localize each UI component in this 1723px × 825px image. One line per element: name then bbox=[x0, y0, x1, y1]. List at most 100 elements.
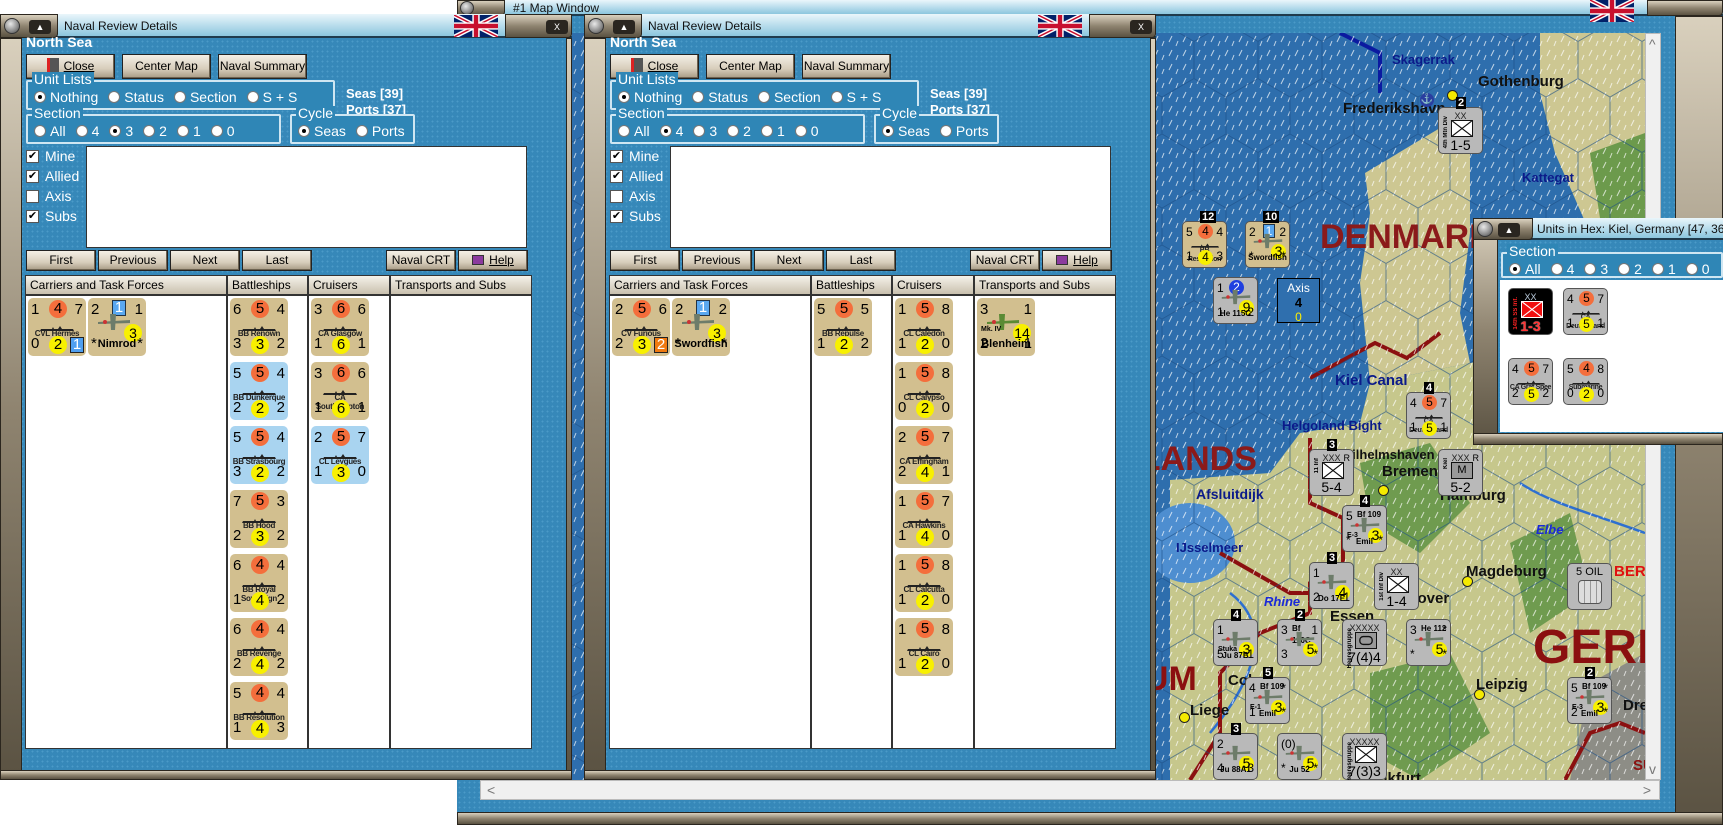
scroll-left-arrow[interactable]: < bbox=[487, 782, 495, 798]
section-radio-2[interactable]: 2 bbox=[143, 123, 167, 139]
unit-counter[interactable]: 3 Bf 110C 1 5 3 * bbox=[1277, 619, 1322, 666]
unit-lists-radio-nothing[interactable]: Nothing bbox=[34, 89, 98, 105]
unit-counter[interactable]: 5 Bf 109 * E-3 3 2 Emil * bbox=[1567, 677, 1612, 724]
unit-lists-radio-s-s[interactable]: S + S bbox=[246, 89, 297, 105]
hex-section-radio-2[interactable]: 2 bbox=[1618, 261, 1642, 277]
radio-button[interactable] bbox=[34, 91, 46, 103]
radio-button[interactable] bbox=[1584, 263, 1597, 275]
map-horizontal-scrollbar[interactable]: < > bbox=[480, 780, 1660, 800]
section-radio-0[interactable]: 0 bbox=[794, 123, 819, 139]
radio-button[interactable] bbox=[882, 125, 894, 137]
radio-button[interactable] bbox=[355, 125, 368, 137]
unit-counter[interactable]: 2 1 2 3 * Swordfish * bbox=[672, 298, 730, 356]
nav-last-button[interactable]: Last bbox=[242, 250, 312, 271]
unit-lists-radio-section[interactable]: Section bbox=[757, 89, 821, 105]
radio-button[interactable] bbox=[659, 125, 672, 137]
checkbox[interactable]: ✔ bbox=[610, 149, 623, 163]
unit-counter[interactable]: XX 1-3 14th SS Inf. bbox=[1508, 288, 1553, 335]
unit-counter[interactable]: 2 1 1 3 * Nimrod * bbox=[88, 298, 146, 356]
radio-button[interactable] bbox=[109, 125, 122, 137]
unit-counter[interactable]: XXX M 5-2 Kiel R bbox=[1438, 449, 1483, 496]
naval-summary-button[interactable]: Naval Summary bbox=[218, 54, 307, 79]
unit-counter[interactable]: 6 5 4 BB Renown 3 3 2 bbox=[230, 298, 288, 356]
section-radio-all[interactable]: All bbox=[34, 123, 66, 139]
unit-counter[interactable]: 544BB Resolution143 bbox=[1182, 221, 1227, 268]
radio-button[interactable] bbox=[618, 91, 630, 103]
checkbox[interactable] bbox=[610, 189, 623, 203]
unit-counter[interactable]: 2 5 7 CL Leygues 1 3 0 bbox=[311, 426, 369, 484]
unit-counter[interactable]: XXXXX 7(4)4 Heeresgruppe bbox=[1342, 619, 1387, 668]
radio-button[interactable] bbox=[794, 125, 807, 137]
unit-counter[interactable]: 1 4 7 CVL Hermes 0 2 1 bbox=[28, 298, 86, 356]
radio-button[interactable] bbox=[1618, 263, 1631, 275]
radio-button[interactable] bbox=[693, 125, 706, 137]
naval-crt-button[interactable]: Naval CRT bbox=[970, 250, 1040, 271]
radio-button[interactable] bbox=[692, 91, 705, 103]
filter-allied[interactable]: ✔ Allied bbox=[610, 166, 670, 186]
center-map-button[interactable]: Center Map bbox=[122, 54, 211, 79]
city-marker[interactable] bbox=[1179, 712, 1190, 723]
filter-subs[interactable]: ✔ Subs bbox=[610, 206, 670, 226]
city-marker[interactable] bbox=[1474, 689, 1485, 700]
unit-counter[interactable]: 5 5 5 BB Repulse 1 2 2 bbox=[814, 298, 872, 356]
radio-button[interactable] bbox=[830, 91, 843, 103]
section-radio-3[interactable]: 3 bbox=[693, 123, 717, 139]
unit-lists-radio-status[interactable]: Status bbox=[108, 89, 164, 105]
collapse-icon[interactable]: ▲ bbox=[613, 20, 635, 34]
unit-counter[interactable]: 3 1 Mk. IV 14 2 Blenheim 1 bbox=[977, 298, 1035, 356]
unit-lists-radio-status[interactable]: Status bbox=[692, 89, 748, 105]
radio-button[interactable] bbox=[1550, 263, 1563, 275]
unit-counter[interactable]: 1 Stuka 3 5 Ju 87B 1 bbox=[1213, 619, 1258, 666]
hex-section-radio-3[interactable]: 3 bbox=[1584, 261, 1608, 277]
help-button[interactable]: Help bbox=[1042, 250, 1112, 271]
city-marker[interactable] bbox=[1378, 485, 1389, 496]
checkbox[interactable]: ✔ bbox=[610, 209, 623, 223]
unit-counter[interactable]: XX 1-5 4th Mtn Div bbox=[1438, 107, 1483, 154]
unit-counter[interactable]: XXXXX 7(3)3 Heeresgruppe bbox=[1342, 733, 1387, 780]
unit-counter[interactable]: 644BB Royal Sovereign142 bbox=[230, 554, 288, 612]
section-radio-3[interactable]: 3 bbox=[109, 123, 133, 139]
checkbox[interactable]: ✔ bbox=[26, 169, 39, 183]
unit-counter[interactable]: 2 5 4 Ju 88A1 3 bbox=[1213, 733, 1258, 780]
section-radio-4[interactable]: 4 bbox=[659, 123, 683, 139]
unit-counter[interactable]: 457CA Deutschland151 bbox=[1563, 288, 1608, 335]
unit-counter[interactable]: 1 2 9 1 He 115C 2 bbox=[1213, 277, 1258, 324]
radio-button[interactable] bbox=[210, 125, 223, 137]
collapse-icon[interactable]: ▲ bbox=[29, 20, 51, 34]
unit-counter[interactable]: 1 4 2 Do 17E 1 bbox=[1309, 562, 1354, 609]
center-map-button[interactable]: Center Map bbox=[706, 54, 795, 79]
unit-lists-radio-s-s[interactable]: S + S bbox=[830, 89, 881, 105]
hex-window-title-bar[interactable]: ▲ Units in Hex: Kiel, Germany [47, 36] bbox=[1473, 218, 1723, 240]
radio-button[interactable] bbox=[618, 125, 630, 137]
radio-button[interactable] bbox=[298, 125, 310, 137]
filter-allied[interactable]: ✔ Allied bbox=[26, 166, 86, 186]
window-close-button[interactable]: X bbox=[1089, 14, 1156, 38]
unit-counter[interactable]: 5 OIL bbox=[1567, 563, 1612, 610]
hex-section-radio-4[interactable]: 4 bbox=[1550, 261, 1574, 277]
radio-button[interactable] bbox=[757, 91, 770, 103]
axis-summary-box[interactable]: Axis 4 0 bbox=[1277, 278, 1320, 324]
hex-section-radio-0[interactable]: 0 bbox=[1685, 261, 1710, 277]
checkbox[interactable]: ✔ bbox=[610, 169, 623, 183]
unit-counter[interactable]: 5 Bf 109 E-3 3 * Emil * bbox=[1342, 505, 1387, 552]
nav-last-button[interactable]: Last bbox=[826, 250, 896, 271]
unit-counter[interactable]: 544BB Resolution143 bbox=[230, 682, 288, 740]
section-radio-0[interactable]: 0 bbox=[210, 123, 235, 139]
checkbox[interactable]: ✔ bbox=[26, 209, 39, 223]
filter-mine[interactable]: ✔ Mine bbox=[26, 146, 86, 166]
unit-counter[interactable]: 1 5 8 CL Calcutta 1 2 0 bbox=[895, 554, 953, 612]
unit-counter[interactable]: 1 5 8 CL Cairo 1 2 0 bbox=[895, 618, 953, 676]
unit-counter[interactable]: 1 5 8 CL Calypso 0 2 0 bbox=[895, 362, 953, 420]
radio-button[interactable] bbox=[143, 125, 156, 137]
filter-mine[interactable]: ✔ Mine bbox=[610, 146, 670, 166]
radio-button[interactable] bbox=[1509, 263, 1521, 275]
section-radio-4[interactable]: 4 bbox=[75, 123, 99, 139]
city-marker[interactable] bbox=[1462, 576, 1473, 587]
radio-button[interactable] bbox=[727, 125, 740, 137]
map-window-controls[interactable] bbox=[1647, 0, 1723, 16]
scroll-right-arrow[interactable]: > bbox=[1643, 782, 1651, 798]
filter-axis[interactable]: Axis bbox=[26, 186, 86, 206]
radio-button[interactable] bbox=[939, 125, 952, 137]
radio-button[interactable] bbox=[108, 91, 121, 103]
cycle-radio-seas[interactable]: Seas bbox=[882, 123, 930, 139]
